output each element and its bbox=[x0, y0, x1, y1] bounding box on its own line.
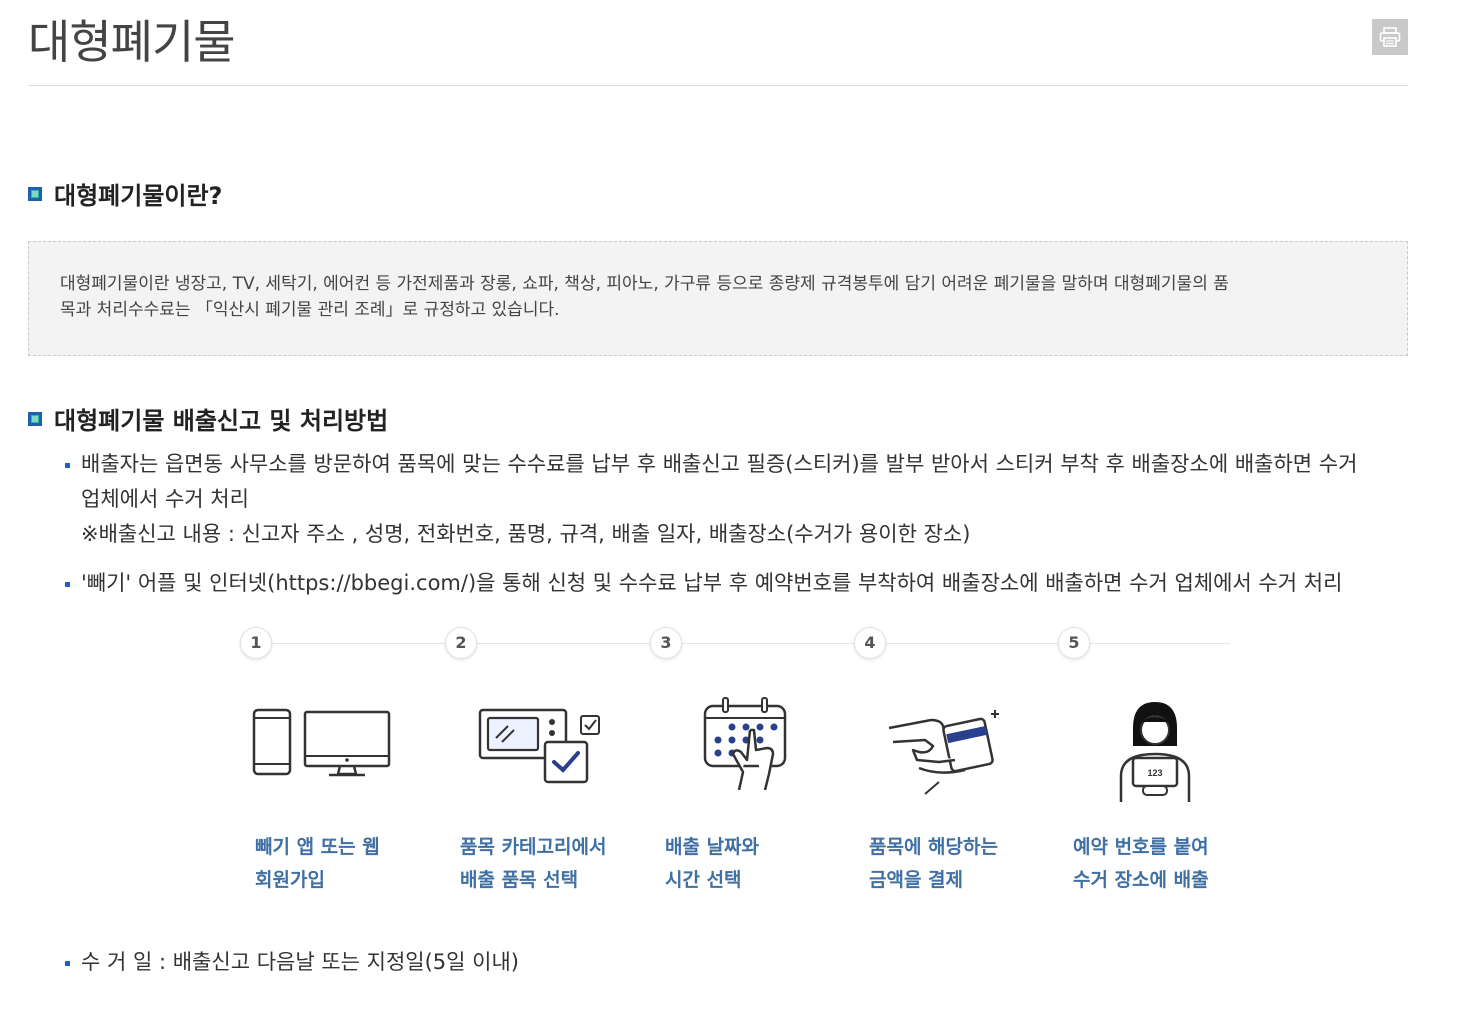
step-caption: 예약 번호를 붙여 수거 장소에 배출 bbox=[1073, 831, 1273, 897]
step-caption: 빼기 앱 또는 웹 회원가입 bbox=[255, 831, 455, 897]
definition-text-line1: 대형폐기물이란 냉장고, TV, 세탁기, 에어컨 등 가전제품과 장롱, 쇼파… bbox=[60, 274, 1229, 294]
square-bullet-icon bbox=[28, 186, 42, 201]
card-payment-icon bbox=[888, 710, 999, 795]
bullet1-line1: 배출자는 읍면동 사무소를 방문하여 품목에 맞는 수수료를 납부 후 배출신고… bbox=[81, 452, 1358, 476]
step-number: 1 bbox=[240, 627, 272, 659]
person-number-sign-icon: 123 bbox=[1119, 702, 1191, 802]
step-caption-line2: 수거 장소에 배출 bbox=[1073, 869, 1209, 891]
square-bullet-icon bbox=[28, 411, 42, 426]
section-heading-text: 대형폐기물이란? bbox=[54, 182, 223, 210]
step-caption-line1: 예약 번호를 붙여 bbox=[1073, 836, 1209, 858]
section-heading-definition: 대형폐기물이란? bbox=[28, 176, 222, 211]
list-item: 배출자는 읍면동 사무소를 방문하여 품목에 맞는 수수료를 납부 후 배출신고… bbox=[60, 447, 1410, 552]
page-title: 대형폐기물 bbox=[28, 15, 236, 69]
section-heading-text: 대형폐기물 배출신고 및 처리방법 bbox=[54, 407, 389, 435]
step-caption-line1: 품목에 해당하는 bbox=[869, 836, 998, 858]
bullet1-line2: 업체에서 수거 처리 bbox=[81, 487, 249, 511]
phone-monitor-icon bbox=[252, 708, 391, 777]
method-list: 배출자는 읍면동 사무소를 방문하여 품목에 맞는 수수료를 납부 후 배출신고… bbox=[60, 447, 1410, 601]
calendar-touch-icon bbox=[703, 697, 787, 791]
step-caption: 배출 날짜와 시간 선택 bbox=[665, 831, 865, 897]
step-caption-line1: 배출 날짜와 bbox=[665, 836, 760, 858]
sign-number-text: 123 bbox=[1147, 768, 1162, 778]
step-number: 2 bbox=[445, 627, 477, 659]
step-caption-line1: 품목 카테고리에서 bbox=[460, 836, 607, 858]
step-number: 4 bbox=[854, 627, 886, 659]
step-number: 5 bbox=[1058, 627, 1090, 659]
definition-text-line2: 목과 처리수수료는 「익산시 폐기물 관리 조례」로 규정하고 있습니다. bbox=[60, 300, 560, 320]
definition-box: 대형폐기물이란 냉장고, TV, 세탁기, 에어컨 등 가전제품과 장롱, 쇼파… bbox=[28, 241, 1408, 356]
collection-date-text: 수 거 일 : 배출신고 다음날 또는 지정일(5일 이내) bbox=[81, 950, 519, 974]
printer-icon bbox=[1379, 27, 1401, 47]
step-caption-line2: 금액을 결제 bbox=[869, 869, 964, 891]
list-item: '빼기' 어플 및 인터넷(https://bbegi.com/)을 통해 신청… bbox=[60, 566, 1410, 601]
title-divider bbox=[28, 85, 1408, 86]
bullet1-note: ※배출신고 내용 : 신고자 주소 , 성명, 전화번호, 품명, 규격, 배출… bbox=[81, 522, 971, 546]
step-caption-line2: 회원가입 bbox=[255, 869, 325, 891]
microwave-checkbox-icon bbox=[478, 708, 600, 784]
print-button[interactable] bbox=[1372, 19, 1408, 55]
section-heading-method: 대형폐기물 배출신고 및 처리방법 bbox=[28, 401, 388, 436]
step-caption: 품목 카테고리에서 배출 품목 선택 bbox=[460, 831, 660, 897]
step-number: 3 bbox=[650, 627, 682, 659]
bullet2-text: '빼기' 어플 및 인터넷(https://bbegi.com/)을 통해 신청… bbox=[81, 571, 1343, 595]
steps-diagram: 1 빼기 앱 또는 웹 회원가입 2 품목 카테고리에서 배출 품목 선택 3 … bbox=[240, 625, 1230, 905]
step-caption-line2: 배출 품목 선택 bbox=[460, 869, 579, 891]
step-caption-line1: 빼기 앱 또는 웹 bbox=[255, 836, 380, 858]
step-caption-line2: 시간 선택 bbox=[665, 869, 742, 891]
list-item: 수 거 일 : 배출신고 다음날 또는 지정일(5일 이내) bbox=[60, 945, 1410, 980]
step-caption: 품목에 해당하는 금액을 결제 bbox=[869, 831, 1069, 897]
collection-list: 수 거 일 : 배출신고 다음날 또는 지정일(5일 이내) bbox=[60, 945, 1410, 980]
